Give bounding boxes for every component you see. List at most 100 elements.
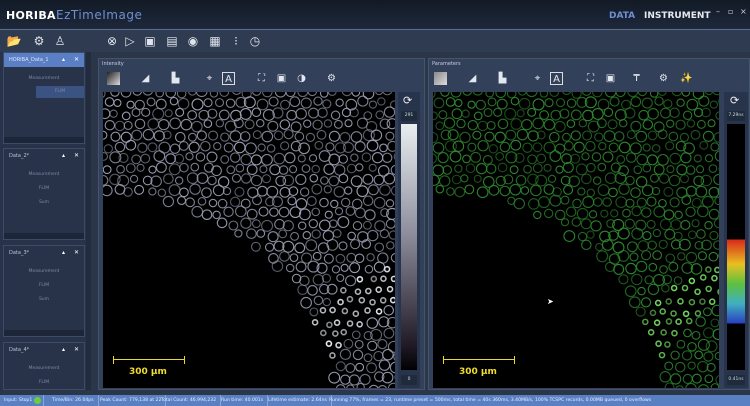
colorbar-min[interactable]: 0 [401,375,417,385]
user-icon[interactable]: ♙ [52,33,68,49]
cell-mark [368,163,377,172]
annotation-icon[interactable]: A [222,72,235,85]
horizontal-scrollbar[interactable] [4,233,84,239]
target-icon[interactable]: ⌖ [203,72,216,85]
data-panel-title: Data_2* [9,153,30,159]
data-panel-item[interactable]: Sum [4,297,84,302]
cell-mark [356,382,365,388]
timer-icon[interactable]: ◷ [247,33,263,49]
parameters-image[interactable]: ➤ 300 µm [433,92,719,388]
fit-icon[interactable]: ⛶ [584,72,597,85]
data-panel[interactable]: Data_3* ▴ ✕ Measurement FLIM Sum [3,245,85,337]
data-panel-item[interactable]: Measurement [4,366,84,371]
close-icon[interactable]: ✕ [74,343,79,357]
cell-mark [335,98,344,107]
data-panel-item[interactable]: FLIM [4,283,84,288]
position-icon[interactable]: ⁝ [228,33,244,49]
cell-mark [549,131,560,143]
restore-button[interactable]: ▫ [728,7,733,16]
curve-icon[interactable]: ◢ [139,72,152,85]
cell-mark [700,174,713,187]
close-icon[interactable]: ✕ [74,149,79,163]
close-button[interactable]: × [740,7,747,16]
data-panel-item[interactable]: Measurement [4,172,84,177]
open-folder-icon[interactable]: 📂 [6,33,22,49]
data-panel[interactable]: HORIBA_Data_1 ▴ ✕ Measurement FLIM [3,52,85,144]
cell-mark [590,220,602,232]
refresh-icon[interactable]: ⟳ [403,94,412,107]
cell-mark [386,118,395,130]
intensity-colorbar: ⟳ 291 0 [398,92,420,388]
colormap-icon[interactable] [434,72,447,85]
sidebar-scrollbar[interactable] [86,52,91,390]
cell-mark [346,295,354,303]
data-panel-item[interactable]: FLIM [4,380,84,385]
cell-mark [330,199,339,209]
cell-mark [696,165,705,174]
colormap-icon[interactable] [107,72,120,85]
close-icon[interactable]: ✕ [74,246,79,260]
horizontal-scrollbar[interactable] [4,330,84,336]
cell-mark [256,185,268,197]
cell-mark [131,154,142,165]
data-panel[interactable]: Data_2* ▴ ✕ Measurement FLIM Sum [3,148,85,240]
data-panel-item[interactable]: FLIM [36,86,84,98]
tab-instrument[interactable]: INSTRUMENT [644,11,711,21]
refresh-icon[interactable]: ⟳ [730,94,739,107]
data-panel-header[interactable]: Data_2* ▴ ✕ [4,149,84,163]
curve-icon[interactable]: ◢ [466,72,479,85]
cell-mark [625,175,635,186]
filter-icon[interactable]: ₸ [630,72,643,85]
contrast-icon[interactable]: ◑ [295,72,308,85]
data-panel-item[interactable]: Sum [4,200,84,205]
cell-mark [614,131,625,142]
cell-mark [134,184,145,195]
collapse-icon[interactable]: ▴ [62,343,65,357]
colorbar-min[interactable]: 0.41ns [727,375,745,385]
collapse-icon[interactable]: ▴ [62,149,65,163]
cell-mark [658,239,668,249]
intensity-image[interactable]: 300 µm [103,92,395,388]
tab-data[interactable]: DATA [609,11,635,21]
cell-mark [581,152,590,161]
gear-icon[interactable]: ⚙ [657,72,670,85]
fit-icon[interactable]: ⛶ [255,72,268,85]
cell-mark [618,118,628,128]
histogram-icon[interactable]: ▙ [496,72,509,85]
close-icon[interactable]: ✕ [74,53,79,67]
annotation-icon[interactable]: A [550,72,563,85]
stop-icon[interactable]: ⊗ [104,33,120,49]
data-panel-header[interactable]: HORIBA_Data_1 ▴ ✕ [4,53,84,67]
colorbar-max[interactable]: 291 [401,111,417,121]
record-icon[interactable]: ◉ [185,33,201,49]
collapse-icon[interactable]: ▴ [62,246,65,260]
magic-wand-icon[interactable]: ✨ [680,72,693,85]
cell-mark [699,274,707,281]
save-icon[interactable]: ▣ [275,72,288,85]
data-panel-header[interactable]: Data_4* ▴ ✕ [4,343,84,357]
layout-icon[interactable]: ▦ [207,33,223,49]
data-panel-item[interactable]: FLIM [4,186,84,191]
camera-icon[interactable]: ▤ [164,33,180,49]
gear-icon[interactable]: ⚙ [325,72,338,85]
cell-mark [617,227,630,240]
play-icon[interactable]: ▷ [122,33,138,49]
save-icon[interactable]: ▣ [142,33,158,49]
data-panel-header[interactable]: Data_3* ▴ ✕ [4,246,84,260]
target-icon[interactable]: ⌖ [531,72,544,85]
save-icon[interactable]: ▣ [604,72,617,85]
horizontal-scrollbar[interactable] [4,137,84,143]
histogram-icon[interactable]: ▙ [169,72,182,85]
cell-mark [345,363,356,373]
data-panel-item[interactable]: Measurement [4,76,84,81]
cell-mark [673,231,683,241]
cell-mark [191,120,203,133]
data-panel[interactable]: Data_4* ▴ ✕ Measurement FLIM [3,342,85,390]
data-panel-item[interactable]: Measurement [4,269,84,274]
cell-mark [385,218,395,229]
collapse-icon[interactable]: ▴ [62,53,65,67]
colorbar-max[interactable]: 7.29ns [727,111,745,121]
gear-icon[interactable]: ⚙ [31,33,47,49]
cell-mark [185,152,194,161]
minimize-button[interactable]: – [716,7,720,16]
